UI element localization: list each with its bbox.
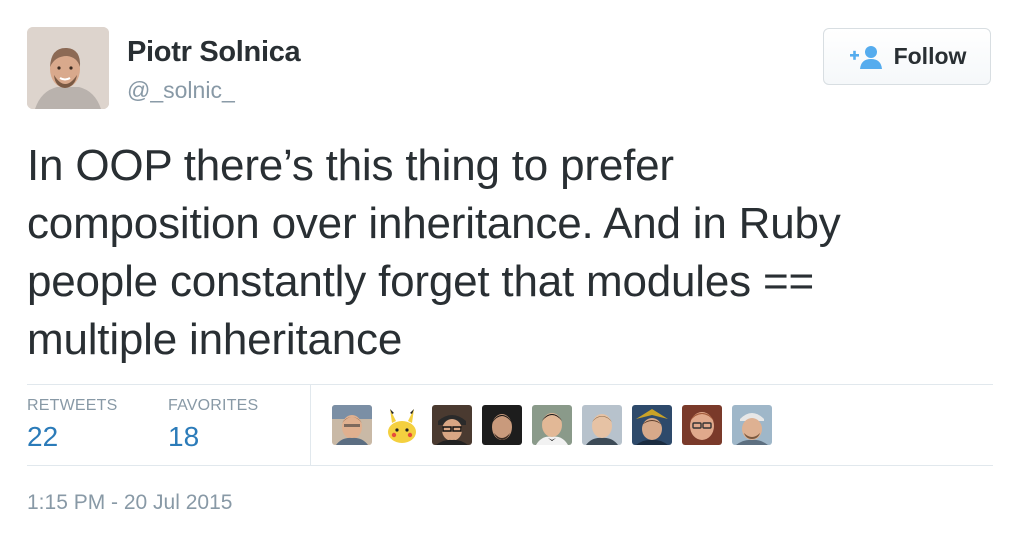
follow-button-label: Follow bbox=[893, 43, 967, 69]
favorites-count: 18 bbox=[168, 421, 200, 452]
tweet-text-line: composition over inheritance. And in Rub… bbox=[27, 199, 841, 248]
user-avatar-5-icon[interactable] bbox=[532, 405, 572, 445]
tweet-timestamp[interactable]: 1:15 PM - 20 Jul 2015 bbox=[27, 491, 232, 515]
user-avatar-1-icon[interactable] bbox=[332, 405, 372, 445]
pikachu-avatar-icon[interactable] bbox=[382, 405, 422, 445]
profile-photo-icon bbox=[27, 27, 109, 109]
author-avatar[interactable] bbox=[27, 27, 109, 109]
favorites-label: FAVORITES bbox=[168, 397, 259, 414]
retweets-label: RETWEETS bbox=[27, 397, 118, 414]
favoriters-list bbox=[332, 405, 782, 445]
stats-bottom-divider bbox=[27, 465, 993, 466]
tweet-text: In OOP there’s this thing to prefer comp… bbox=[27, 137, 987, 369]
tweet-text-line: people constantly forget that modules == bbox=[27, 257, 814, 306]
favorites-stat[interactable]: FAVORITES 18 bbox=[168, 397, 258, 453]
user-avatar-8-icon[interactable] bbox=[682, 405, 722, 445]
stats-vertical-divider bbox=[310, 385, 311, 465]
follow-button[interactable]: Follow bbox=[823, 28, 991, 85]
add-person-icon bbox=[848, 44, 884, 70]
user-avatar-3-icon[interactable] bbox=[432, 405, 472, 445]
retweets-count: 22 bbox=[27, 421, 59, 452]
user-avatar-4-icon[interactable] bbox=[482, 405, 522, 445]
retweets-stat[interactable]: RETWEETS 22 bbox=[27, 397, 118, 453]
tweet-text-line: In OOP there’s this thing to prefer bbox=[27, 141, 674, 190]
user-avatar-7-icon[interactable] bbox=[632, 405, 672, 445]
author-screen-name[interactable]: @_solnic_ bbox=[127, 77, 235, 104]
tweet-stats: RETWEETS 22 FAVORITES 18 bbox=[27, 385, 993, 465]
tweet-text-line: multiple inheritance bbox=[27, 315, 403, 364]
tweet-card: Piotr Solnica @_solnic_ Follow In OOP th… bbox=[0, 0, 1023, 538]
user-avatar-9-icon[interactable] bbox=[732, 405, 772, 445]
user-avatar-6-icon[interactable] bbox=[582, 405, 622, 445]
author-display-name[interactable]: Piotr Solnica bbox=[127, 36, 301, 69]
